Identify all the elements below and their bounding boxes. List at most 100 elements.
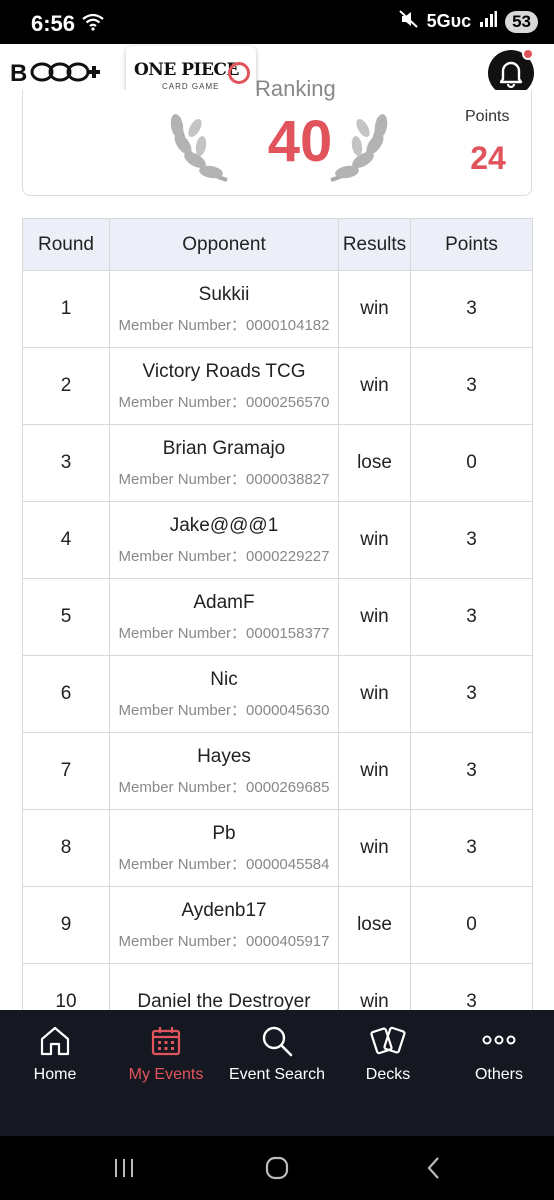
round-cell: 9 [22,886,110,964]
points-cell: 3 [410,732,533,810]
nav-my-events[interactable]: My Events [111,1010,221,1110]
points-cell: 0 [410,886,533,964]
opponent-name: Nic [210,668,238,690]
opponent-name: Victory Roads TCG [142,360,306,382]
opponent-cell: Nic Member Number：0000045630 [109,655,339,733]
table-header-row: Round Opponent Results Points [22,218,533,271]
table-row: 1 Sukkii Member Number：0000104182 win 3 [22,270,533,348]
round-cell: 6 [22,655,110,733]
brand-logo-letter: B [10,60,27,87]
points-cell: 3 [410,501,533,579]
member-number: Member Number：0000269685 [118,778,330,796]
ranking-value: 40 [267,109,333,174]
points-cell: 3 [410,655,533,733]
nav-event-search[interactable]: Event Search [222,1010,332,1110]
points-cell: 3 [410,809,533,887]
nav-home-label: Home [33,1066,77,1083]
result-cell: win [338,270,411,348]
nav-others-label: Others [474,1066,523,1083]
points-label: Points [465,108,510,125]
round-cell: 2 [22,347,110,425]
round-cell: 1 [22,270,110,348]
bandai-logo[interactable]: B [10,58,106,88]
opponent-name: Pb [212,822,236,844]
home-icon [40,1026,70,1056]
header-round: Round [22,218,110,271]
result-cell: lose [338,886,411,964]
battery-indicator: 53 [505,10,538,33]
member-number: Member Number：0000038827 [118,470,330,488]
cards-icon [370,1026,406,1055]
notification-badge [522,48,534,60]
wifi-icon [82,13,104,36]
status-time: 6:56 [31,11,76,36]
result-cell: win [338,347,411,425]
bottom-nav: Home My Events Event Search Decks Others [0,1010,554,1136]
member-number: Member Number：0000256570 [118,393,330,411]
opponent-cell: Pb Member Number：0000045584 [109,809,339,887]
points-cell: 3 [410,578,533,656]
more-icon [482,1035,516,1045]
ranking-card: Ranking 40 Points 24 [22,76,532,196]
table-row: 7 Hayes Member Number：0000269685 win 3 [22,732,533,810]
table-row: 4 Jake@@@1 Member Number：0000229227 win 3 [22,501,533,579]
signal-icon [479,11,498,32]
table-row: 2 Victory Roads TCG Member Number：00002565… [22,347,533,425]
round-cell: 7 [22,732,110,810]
logo-title: ONE PIECE [134,60,239,80]
network-label: 5Gᴜᴄ [426,11,472,31]
result-cell: win [338,809,411,887]
ranking-label: Ranking [255,76,336,101]
results-table: Round Opponent Results Points 1 Sukkii Mem… [22,218,533,1041]
result-cell: lose [338,424,411,502]
nav-my-events-label: My Events [128,1066,204,1083]
opponent-name: Brian Gramajo [162,437,286,459]
opponent-name: AdamF [193,591,255,613]
opponent-name: Aydenb17 [181,899,267,921]
mute-icon [398,10,419,33]
opponent-name: Sukkii [198,283,250,305]
member-number: Member Number：0000104182 [118,316,330,334]
search-icon [262,1026,293,1057]
system-nav-bar [0,1136,554,1200]
nav-event-search-label: Event Search [228,1066,326,1083]
nav-decks[interactable]: Decks [333,1010,443,1110]
member-number: Member Number：0000045630 [118,701,330,719]
member-number: Member Number：0000229227 [118,547,330,565]
opponent-name: Jake@@@1 [169,514,279,536]
points-cell: 3 [410,347,533,425]
round-cell: 5 [22,578,110,656]
opponent-cell: Hayes Member Number：0000269685 [109,732,339,810]
points-cell: 0 [410,424,533,502]
header-results: Results [338,218,411,271]
round-cell: 8 [22,809,110,887]
result-cell: win [338,578,411,656]
points-cell: 3 [410,270,533,348]
opponent-name: Hayes [197,745,251,767]
nav-decks-label: Decks [365,1066,411,1083]
result-cell: win [338,732,411,810]
points-value: 24 [470,140,506,176]
opponent-cell: Victory Roads TCG Member Number：000025657… [109,347,339,425]
header-opponent: Opponent [109,218,339,271]
opponent-cell: Aydenb17 Member Number：0000405917 [109,886,339,964]
result-cell: win [338,501,411,579]
opponent-cell: Jake@@@1 Member Number：0000229227 [109,501,339,579]
laurel-left-icon [170,114,228,182]
member-number: Member Number：0000158377 [118,624,330,642]
round-cell: 3 [22,424,110,502]
table-row: 6 Nic Member Number：0000045630 win 3 [22,655,533,733]
opponent-cell: Sukkii Member Number：0000104182 [109,270,339,348]
member-number: Member Number：0000405917 [118,932,330,950]
home-button-icon[interactable] [264,1156,290,1180]
nav-home[interactable]: Home [0,1010,110,1110]
table-row: 3 Brian Gramajo Member Number：0000038827 lo… [22,424,533,502]
recent-apps-icon[interactable] [112,1156,136,1180]
nav-others[interactable]: Others [444,1010,554,1110]
result-cell: win [338,655,411,733]
opponent-cell: Brian Gramajo Member Number：0000038827 [109,424,339,502]
table-row: 9 Aydenb17 Member Number：0000405917 lose 0 [22,886,533,964]
calendar-icon [151,1027,181,1056]
back-icon[interactable] [422,1156,446,1180]
status-bar: 6:56 5Gᴜᴄ 53 [0,0,554,44]
